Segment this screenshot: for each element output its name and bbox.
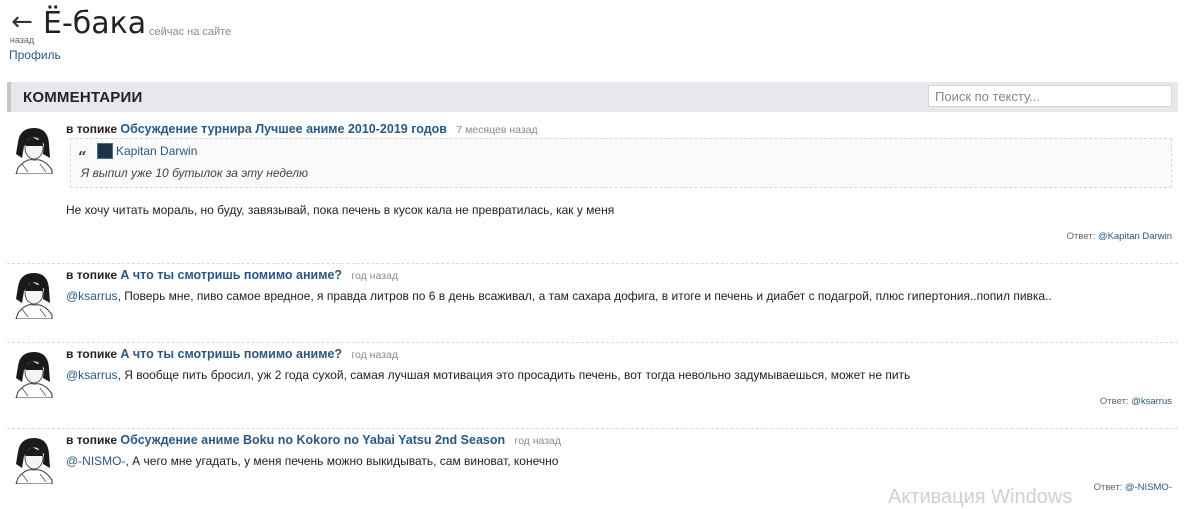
comment-body: , Я вообще пить бросил, уж 2 года сухой,… bbox=[117, 368, 911, 382]
comment-text: Не хочу читать мораль, но буду, завязыва… bbox=[66, 203, 615, 217]
reply-label: Ответ: bbox=[1066, 231, 1096, 242]
quote-author-link[interactable]: Kapitan Darwin bbox=[116, 144, 197, 158]
reply-info: Ответ: @Kapitan Darwin bbox=[1067, 231, 1172, 242]
comment-text: @ksarrus, Я вообще пить бросил, уж 2 год… bbox=[66, 368, 910, 382]
comment-time: 7 месяцев назад bbox=[456, 124, 538, 136]
comment-time: год назад bbox=[514, 435, 562, 447]
back-button[interactable]: ← назад bbox=[7, 9, 37, 45]
online-status: сейчас на сайте bbox=[149, 26, 232, 38]
comment-time: год назад bbox=[351, 270, 398, 282]
comments-header: КОММЕНТАРИИ bbox=[7, 82, 1178, 112]
reply-label: Ответ: bbox=[1093, 482, 1123, 493]
reply-label: Ответ: bbox=[1099, 396, 1129, 407]
reply-user-link[interactable]: @-NISMO- bbox=[1125, 482, 1172, 493]
in-topic-label: в топике bbox=[66, 268, 118, 282]
comment-meta: в топике Обсуждение турнира Лучшее аниме… bbox=[66, 122, 538, 136]
comment-body: , Поверь мне, пиво самое вредное, я прав… bbox=[117, 289, 1052, 303]
quote-text: Я выпил уже 10 бутылок за эту неделю bbox=[81, 166, 309, 180]
reply-info: Ответ: @ksarrus bbox=[1100, 396, 1172, 407]
quote-block: “ Kapitan Darwin Я выпил уже 10 бутылок … bbox=[70, 138, 1172, 188]
topic-link[interactable]: Обсуждение аниме Boku no Kokoro no Yabai… bbox=[120, 433, 505, 447]
header-accent-bar bbox=[7, 82, 11, 112]
reply-info: Ответ: @-NISMO- bbox=[1094, 482, 1172, 493]
search-input[interactable] bbox=[928, 85, 1172, 107]
user-avatar[interactable] bbox=[10, 269, 56, 319]
comment-text: @-NISMO-, А чего мне угадать, у меня печ… bbox=[66, 454, 558, 468]
left-arrow-icon: ← bbox=[11, 7, 33, 37]
comment-meta: в топике А что ты смотришь помимо аниме?… bbox=[66, 268, 398, 282]
comment-meta: в топике А что ты смотришь помимо аниме?… bbox=[66, 347, 398, 361]
quote-author-avatar[interactable] bbox=[97, 143, 113, 159]
mention-link[interactable]: @ksarrus bbox=[66, 289, 118, 303]
comment-item: в топике Обсуждение турнира Лучшее аниме… bbox=[7, 118, 1178, 258]
comment-time: год назад bbox=[351, 349, 398, 361]
user-avatar[interactable] bbox=[10, 348, 56, 398]
comment-item: в топике А что ты смотришь помимо аниме?… bbox=[7, 343, 1178, 423]
topic-link[interactable]: Обсуждение турнира Лучшее аниме 2010-201… bbox=[120, 122, 447, 136]
user-avatar[interactable] bbox=[10, 124, 56, 174]
topic-link[interactable]: А что ты смотришь помимо аниме? bbox=[120, 347, 342, 361]
mention-link[interactable]: @-NISMO- bbox=[66, 454, 126, 468]
in-topic-label: в топике bbox=[66, 347, 118, 361]
comment-text: @ksarrus, Поверь мне, пиво самое вредное… bbox=[66, 289, 1052, 303]
comment-meta: в топике Обсуждение аниме Boku no Kokoro… bbox=[66, 433, 561, 447]
section-title: КОММЕНТАРИИ bbox=[23, 89, 143, 106]
profile-link[interactable]: Профиль bbox=[9, 48, 61, 62]
reply-user-link[interactable]: @ksarrus bbox=[1131, 396, 1172, 407]
back-label: назад bbox=[9, 35, 35, 45]
in-topic-label: в топике bbox=[66, 122, 118, 136]
quote-icon: “ bbox=[78, 148, 87, 166]
comment-body: , А чего мне угадать, у меня печень можн… bbox=[125, 454, 559, 468]
page-title: Ё-бака bbox=[43, 6, 147, 41]
topic-link[interactable]: А что ты смотришь помимо аниме? bbox=[120, 268, 342, 282]
user-avatar[interactable] bbox=[10, 434, 56, 484]
in-topic-label: в топике bbox=[66, 433, 118, 447]
mention-link[interactable]: @ksarrus bbox=[66, 368, 118, 382]
reply-user-link[interactable]: @Kapitan Darwin bbox=[1098, 231, 1172, 242]
comment-item: в топике А что ты смотришь помимо аниме?… bbox=[7, 264, 1178, 340]
